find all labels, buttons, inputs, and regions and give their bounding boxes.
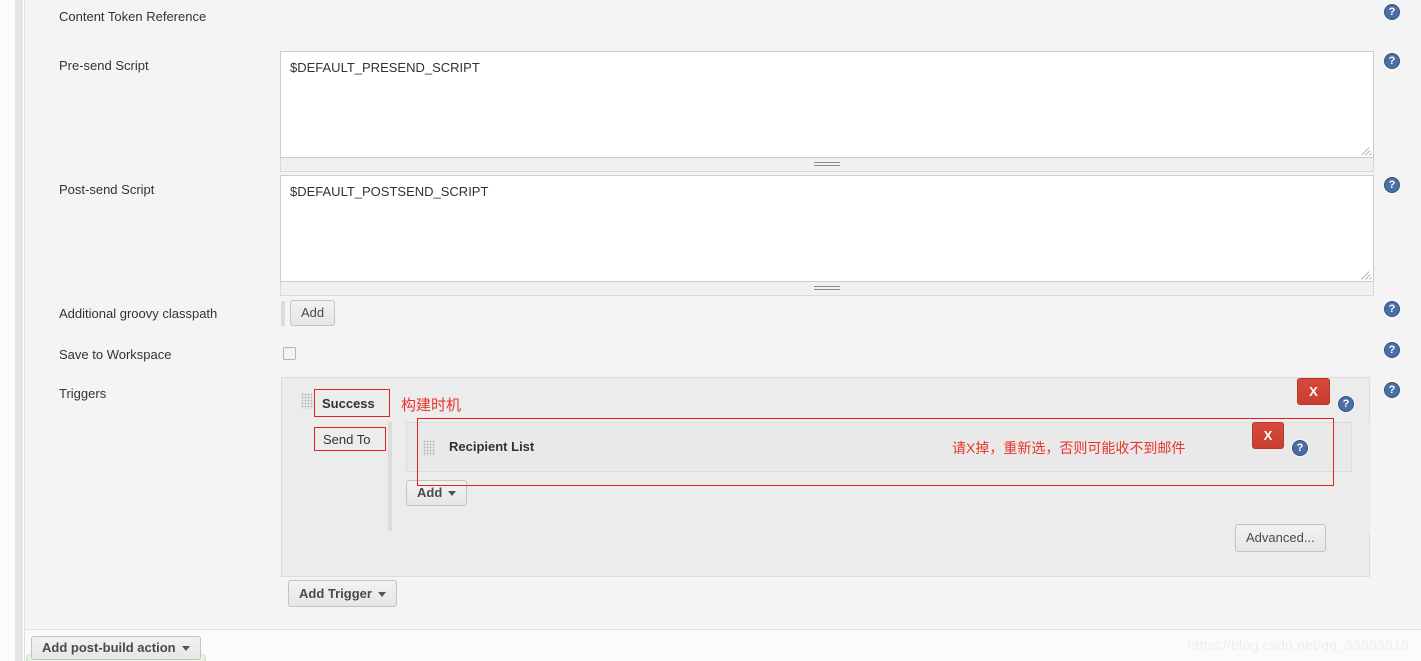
add-groovy-classpath-button[interactable]: Add xyxy=(290,300,336,326)
label-additional-groovy-classpath: Additional groovy classpath xyxy=(59,306,218,321)
label-content-token-reference: Content Token Reference xyxy=(59,9,207,24)
drag-handle-icon-recipient[interactable] xyxy=(423,440,435,456)
trigger-send-to-label: Send To xyxy=(323,432,371,447)
remove-trigger-button[interactable]: X xyxy=(1297,378,1330,405)
chevron-down-icon xyxy=(181,646,190,652)
label-save-to-workspace: Save to Workspace xyxy=(59,347,172,362)
chevron-down-icon xyxy=(448,491,457,497)
left-gutter-gray xyxy=(16,0,23,661)
pre-send-script-wrap xyxy=(280,51,1374,158)
trigger-type-success[interactable]: Success xyxy=(322,396,375,411)
add-post-build-action-button[interactable]: Add post-build action xyxy=(31,636,201,660)
add-recipient-provider-label: Add xyxy=(417,485,443,500)
post-send-script-resize-bar[interactable] xyxy=(280,282,1374,296)
pre-send-script-input[interactable] xyxy=(280,51,1374,158)
drag-grip-icon xyxy=(814,162,840,166)
chevron-down-icon xyxy=(377,592,386,598)
help-icon-additional-groovy-classpath[interactable]: ? xyxy=(1384,301,1400,317)
recipient-list-row: Recipient List xyxy=(406,422,1352,472)
label-post-send-script: Post-send Script xyxy=(59,182,155,197)
annotation-build-timing: 构建时机 xyxy=(401,397,462,414)
add-trigger-label: Add Trigger xyxy=(299,586,372,601)
watermark-text: https://blog.csdn.net/qq_33553515 xyxy=(1187,637,1409,653)
help-icon-pre-send-script[interactable]: ? xyxy=(1384,53,1400,69)
advanced-button[interactable]: Advanced... xyxy=(1235,524,1326,552)
drag-handle-icon-trigger[interactable] xyxy=(301,393,313,409)
help-icon-trigger-row[interactable]: ? xyxy=(1338,396,1354,412)
label-pre-send-script: Pre-send Script xyxy=(59,58,149,73)
label-triggers: Triggers xyxy=(59,386,107,401)
add-post-build-action-label: Add post-build action xyxy=(42,640,176,655)
remove-recipient-list-button[interactable]: X xyxy=(1252,422,1284,449)
left-gutter-white xyxy=(0,0,16,661)
recipient-list-label: Recipient List xyxy=(449,439,535,454)
groovy-classpath-separator xyxy=(281,301,285,326)
help-icon-save-to-workspace[interactable]: ? xyxy=(1384,342,1400,358)
add-recipient-provider-button[interactable]: Add xyxy=(406,480,468,506)
post-send-script-input[interactable] xyxy=(280,175,1374,282)
pre-send-script-resize-bar[interactable] xyxy=(280,158,1374,172)
add-trigger-button[interactable]: Add Trigger xyxy=(288,580,397,607)
save-to-workspace-checkbox[interactable] xyxy=(283,347,296,360)
help-icon-recipient-list[interactable]: ? xyxy=(1292,440,1308,456)
help-icon-post-send-script[interactable]: ? xyxy=(1384,177,1400,193)
help-icon-triggers[interactable]: ? xyxy=(1384,382,1400,398)
annotation-reselect-warning: 请X掉，重新选，否则可能收不到邮件 xyxy=(952,440,1186,456)
post-send-script-wrap xyxy=(280,175,1374,282)
help-icon-content-token-reference[interactable]: ? xyxy=(1384,4,1400,20)
send-to-panel: Recipient List Add xyxy=(388,422,1370,531)
drag-grip-icon xyxy=(814,286,840,290)
